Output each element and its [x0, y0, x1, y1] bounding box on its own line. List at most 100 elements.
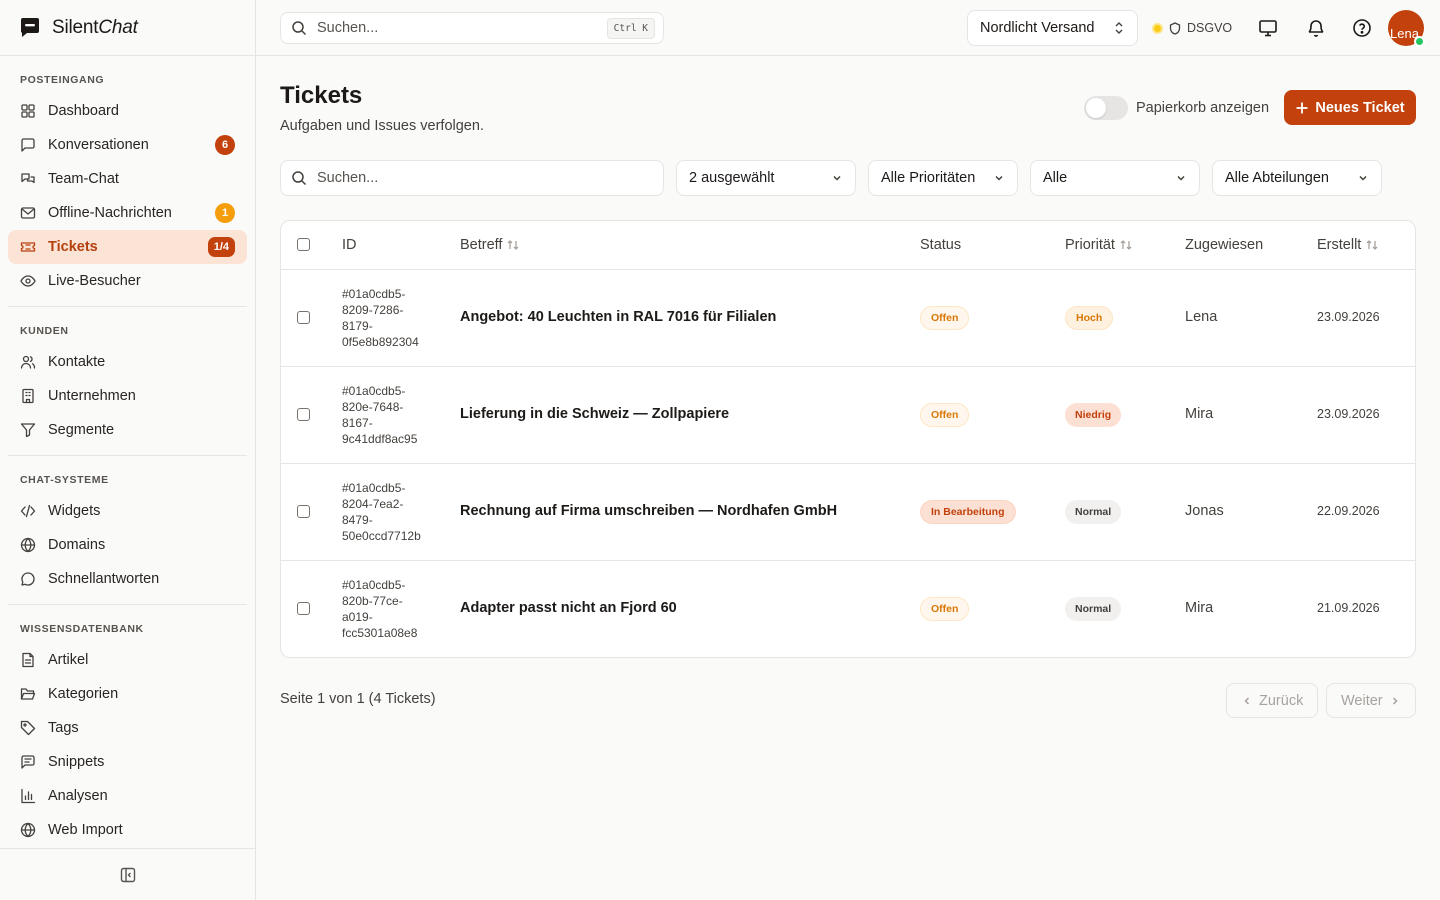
help-button[interactable] [1350, 16, 1374, 40]
sidebar-item-dashboard[interactable]: Dashboard [8, 94, 247, 128]
new-ticket-label: Neues Ticket [1315, 99, 1405, 116]
department-filter-value: Alle Abteilungen [1225, 170, 1329, 186]
ticket-id-line: 8204-7ea2- [342, 497, 404, 511]
search-shortcut: Ctrl K [606, 17, 655, 39]
row-checkbox[interactable] [297, 311, 310, 324]
header-assigned: Zugewiesen [1185, 237, 1264, 253]
sidebar-item-unternehmen[interactable]: Unternehmen [8, 379, 247, 413]
folder-open-icon [20, 688, 36, 700]
priority-filter-select[interactable]: Alle Prioritäten [868, 160, 1018, 196]
previous-page-button[interactable]: Zurück [1226, 683, 1319, 718]
sidebar-item-label: Widgets [48, 503, 101, 519]
ticket-id-line: 820b-77ce- [342, 594, 403, 608]
trash-toggle[interactable] [1084, 96, 1128, 120]
sidebar-item-web-import[interactable]: Web Import [8, 813, 247, 847]
new-ticket-button[interactable]: Neues Ticket [1284, 90, 1416, 125]
header-priority[interactable]: Priorität [1065, 237, 1133, 253]
sidebar-section-title: CHAT-SYSTEME [20, 474, 109, 486]
next-page-button[interactable]: Weiter [1326, 683, 1416, 718]
tag-icon [20, 720, 36, 736]
sidebar-item-analysen[interactable]: Analysen [8, 779, 247, 813]
assigned-user: Jonas [1185, 503, 1224, 519]
table-row[interactable]: #01a0cdb5- 8204-7ea2- 8479- 50e0ccd7712b Rec… [281, 464, 1415, 561]
priority-badge: Hoch [1065, 306, 1114, 330]
assigned-user: Mira [1185, 406, 1214, 422]
monitor-button[interactable] [1256, 16, 1280, 40]
sidebar-item-artikel[interactable]: Artikel [8, 643, 247, 677]
ticket-id-line: a019- [342, 610, 373, 624]
notifications-button[interactable] [1304, 16, 1328, 40]
priority-badge: Normal [1065, 597, 1122, 621]
sidebar-item-konversationen[interactable]: Konversationen 6 [8, 128, 247, 162]
chevron-down-icon [833, 175, 841, 181]
ticket-id-line: #01a0cdb5- [342, 578, 406, 592]
ticket-subject[interactable]: Adapter passt nicht an Fjord 60 [460, 600, 677, 616]
user-avatar[interactable]: Lena [1388, 10, 1425, 47]
search-icon [292, 171, 307, 186]
status-filter-select[interactable]: 2 ausgewählt [676, 160, 856, 196]
assignee-filter-select[interactable]: Alle [1030, 160, 1200, 196]
help-circle-icon [1353, 19, 1371, 37]
department-filter-select[interactable]: Alle Abteilungen [1212, 160, 1382, 196]
status-dot [1152, 22, 1163, 34]
sidebar-item-label: Offline-Nachrichten [48, 205, 172, 221]
sidebar-item-widgets[interactable]: Widgets [8, 494, 247, 528]
row-checkbox[interactable] [297, 602, 310, 615]
organization-select[interactable]: Nordlicht Versand [967, 10, 1138, 46]
assigned-user: Mira [1185, 600, 1214, 616]
sidebar-item-snippets[interactable]: Snippets [8, 745, 247, 779]
message-square-icon [21, 138, 35, 152]
collapse-sidebar-icon[interactable] [120, 867, 136, 883]
bell-icon [1308, 20, 1324, 37]
ticket-id-line: 50e0ccd7712b [342, 529, 421, 543]
sidebar-section: POSTEINGANG Dashboard Konversationen 6 Team-… [8, 56, 247, 307]
sidebar-item-segmente[interactable]: Segmente [8, 413, 247, 447]
ticket-subject[interactable]: Lieferung in die Schweiz — Zollpapiere [460, 406, 729, 422]
sidebar-section-title: WISSENSDATENBANK [20, 623, 144, 635]
online-indicator [1414, 36, 1425, 47]
message-square-text-icon [21, 755, 35, 769]
assignee-filter-value: Alle [1043, 170, 1068, 186]
header-subject[interactable]: Betreff [460, 237, 520, 253]
tickets-table: ID Betreff Status Priorität Zugewiesen E… [280, 220, 1416, 658]
sidebar-item-label: Schnellantworten [48, 571, 160, 587]
sidebar-item-team-chat[interactable]: Team-Chat [8, 162, 247, 196]
table-row[interactable]: #01a0cdb5- 820e-7648- 8167- 9c41ddf8ac95 Lie… [281, 367, 1415, 464]
ticket-id-line: #01a0cdb5- [342, 287, 406, 301]
sidebar-item-label: Dashboard [48, 103, 119, 119]
ticket-id-line: 8179- [342, 319, 373, 333]
header-status: Status [920, 237, 962, 253]
sidebar-item-offline-nachrichten[interactable]: Offline-Nachrichten 1 [8, 196, 247, 230]
sidebar-item-live-besucher[interactable]: Live-Besucher [8, 264, 247, 298]
row-checkbox[interactable] [297, 408, 310, 421]
sidebar-item-schnellantworten[interactable]: Schnellantworten [8, 562, 247, 596]
sidebar-item-domains[interactable]: Domains [8, 528, 247, 562]
chevron-down-icon [1177, 175, 1185, 181]
compliance-status[interactable]: DSGVO [1152, 18, 1232, 38]
table-row[interactable]: #01a0cdb5- 8209-7286- 8179- 0f5e8b892304 Ang… [281, 270, 1415, 367]
sidebar-item-kategorien[interactable]: Kategorien [8, 677, 247, 711]
select-all-checkbox[interactable] [297, 238, 310, 251]
sidebar-item-tags[interactable]: Tags [8, 711, 247, 745]
header-created[interactable]: Erstellt [1317, 237, 1379, 253]
sidebar-item-label: Konversationen [48, 137, 149, 153]
sidebar-section-title: KUNDEN [20, 325, 69, 337]
chevron-right-icon [1392, 696, 1398, 705]
brand[interactable]: SilentChat [0, 0, 255, 56]
table-row[interactable]: #01a0cdb5- 820b-77ce-a019- fcc5301a08e8 Ada… [281, 561, 1415, 657]
ticket-subject[interactable]: Rechnung auf Firma umschreiben — Nordhaf… [460, 503, 837, 519]
sidebar-item-label: Team-Chat [48, 171, 119, 187]
global-search-input[interactable]: Suchen... Ctrl K [280, 12, 664, 44]
sidebar-item-kontakte[interactable]: Kontakte [8, 345, 247, 379]
sort-icon [507, 240, 519, 250]
trash-toggle-label[interactable]: Papierkorb anzeigen [1136, 100, 1269, 116]
ticket-subject[interactable]: Angebot: 40 Leuchten in RAL 7016 für Fil… [460, 309, 776, 325]
sidebar-item-tickets[interactable]: Tickets 1/4 [8, 230, 247, 264]
users-icon [20, 355, 36, 369]
mail-icon [20, 207, 36, 219]
header-id: ID [342, 237, 357, 253]
sidebar-item-label: Unternehmen [48, 388, 136, 404]
brand-name: SilentChat [52, 16, 138, 38]
ticket-search-input[interactable]: Suchen... [280, 160, 664, 196]
row-checkbox[interactable] [297, 505, 310, 518]
